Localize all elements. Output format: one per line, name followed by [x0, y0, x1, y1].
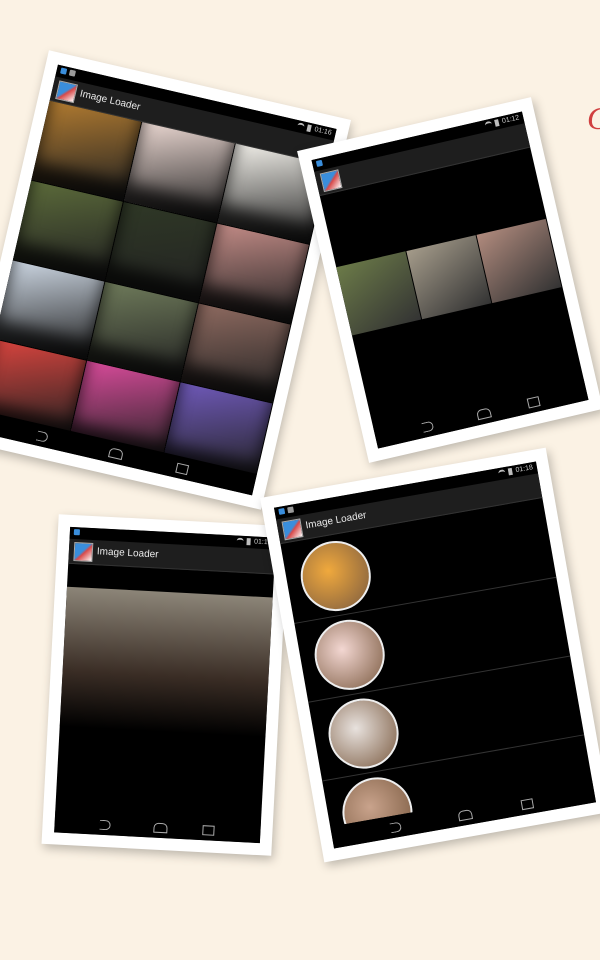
device-screen: 01:12 — [311, 111, 589, 449]
battery-icon — [494, 118, 501, 127]
pager-image[interactable] — [476, 218, 562, 304]
recent-apps-icon[interactable] — [520, 798, 534, 811]
list-item-thumbnail[interactable] — [295, 535, 377, 617]
app-icon[interactable] — [319, 169, 343, 193]
home-icon[interactable] — [108, 447, 125, 461]
screenshot-card-gallery: 01:12 — [297, 97, 600, 463]
device-screen: 01:18 Image Loader — [273, 461, 597, 849]
home-icon[interactable] — [475, 407, 492, 421]
status-time: 01:12 — [501, 114, 521, 126]
wifi-icon — [498, 468, 507, 478]
notification-icon — [60, 67, 68, 75]
list-item-thumbnail[interactable] — [309, 614, 391, 696]
device-screen: 01:16 Image Loader — [0, 64, 337, 496]
notification-icon — [278, 507, 286, 515]
home-icon[interactable] — [153, 822, 168, 834]
notification-icon — [73, 529, 81, 536]
image-list — [280, 498, 592, 827]
home-icon[interactable] — [457, 809, 473, 822]
status-time: 01:16 — [313, 126, 333, 137]
navigation-bar — [373, 378, 589, 449]
battery-icon — [508, 467, 514, 476]
accent-letter: C — [587, 100, 600, 137]
notification-icon — [287, 506, 295, 514]
back-icon[interactable] — [35, 430, 49, 443]
screenshot-card-detail: 01:16 Image Loader — [41, 514, 289, 856]
list-item-thumbnail[interactable] — [323, 693, 405, 775]
app-title: Image Loader — [304, 509, 368, 532]
screenshot-card-grid: 01:16 Image Loader — [0, 50, 352, 510]
wifi-icon — [297, 122, 306, 131]
battery-icon — [246, 538, 252, 546]
wifi-icon — [236, 537, 245, 545]
back-icon[interactable] — [389, 821, 402, 834]
recent-apps-icon[interactable] — [202, 825, 216, 836]
battery-icon — [306, 124, 313, 133]
app-icon[interactable] — [281, 518, 304, 541]
device-screen: 01:16 Image Loader — [54, 526, 276, 844]
notification-icon — [68, 69, 77, 77]
back-icon[interactable] — [420, 420, 434, 433]
image-pager[interactable] — [336, 218, 562, 336]
app-title: Image Loader — [96, 546, 159, 561]
screenshot-card-list: 01:18 Image Loader — [260, 447, 600, 863]
recent-apps-icon[interactable] — [175, 462, 190, 476]
back-icon[interactable] — [99, 819, 112, 831]
status-time: 01:18 — [515, 464, 534, 475]
image-grid — [0, 100, 328, 483]
app-icon[interactable] — [55, 80, 78, 104]
recent-apps-icon[interactable] — [526, 396, 541, 409]
app-icon[interactable] — [73, 542, 94, 563]
notification-icon — [315, 159, 324, 167]
full-image[interactable] — [59, 586, 273, 738]
navigation-bar — [54, 810, 262, 844]
wifi-icon — [484, 120, 494, 129]
